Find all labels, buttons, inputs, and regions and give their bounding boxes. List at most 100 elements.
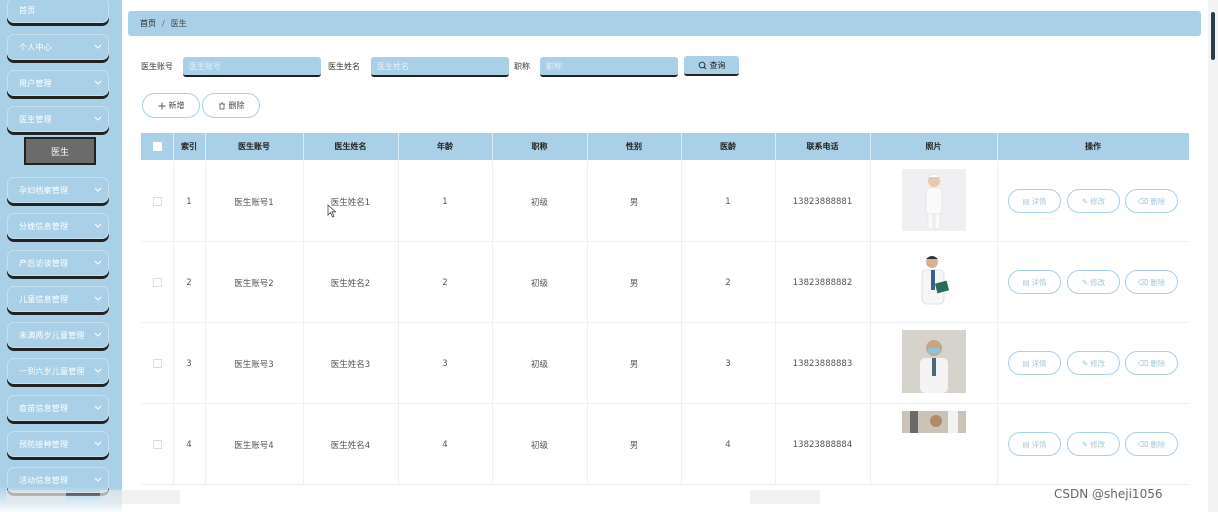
edit-icon: ✎: [1081, 277, 1089, 287]
trash-icon: ⌫: [1137, 277, 1149, 287]
sidebar: 首页 个人中心 用户管理 医生管理 医生 孕妇档案管理 分娩信息管理 产后访谈管…: [0, 0, 122, 512]
row-checkbox[interactable]: [152, 278, 162, 287]
sidebar-item-under-two[interactable]: 未满两岁儿童管理: [7, 322, 109, 348]
table-row: 2 医生账号2 医生姓名2 2 初级 男 2 13823888882 ▤ 详情 ✎…: [141, 242, 1189, 323]
row-checkbox[interactable]: [152, 197, 162, 206]
sidebar-item-doctor-management[interactable]: 医生管理: [7, 106, 109, 132]
chevron-down-icon: [94, 368, 102, 373]
sidebar-item-label: 未满两岁儿童管理: [19, 330, 85, 340]
blurred-region: [6, 490, 66, 504]
sidebar-item-home[interactable]: 首页: [7, 0, 109, 23]
sidebar-item-postpartum-interview[interactable]: 产后访谈管理: [7, 250, 109, 276]
bulk-delete-button[interactable]: 删除: [202, 93, 260, 118]
cell-account: 医生账号3: [234, 359, 274, 370]
select-all-checkbox[interactable]: [152, 142, 162, 151]
cell-gender: 男: [629, 440, 639, 451]
row-delete-button[interactable]: ⌫ 删除: [1125, 189, 1178, 213]
row-edit-button[interactable]: ✎ 修改: [1067, 351, 1120, 375]
sidebar-item-one-to-six[interactable]: 一到六岁儿童管理: [7, 358, 109, 384]
row-detail-button[interactable]: ▤ 详情: [1008, 432, 1061, 456]
cell-years: 3: [725, 358, 731, 369]
chevron-down-icon: [94, 296, 102, 301]
header-phone: 联系电话: [806, 142, 839, 151]
sidebar-item-label: 产后访谈管理: [19, 258, 69, 268]
cell-age: 3: [442, 358, 448, 369]
cell-title: 初级: [530, 197, 548, 208]
breadcrumb-home[interactable]: 首页: [140, 18, 156, 29]
header-name: 医生姓名: [334, 142, 367, 151]
table-header: 索引 医生账号 医生姓名 年龄 职称 性别 医龄 联系电话 照片 操作: [141, 133, 1189, 160]
row-detail-button[interactable]: ▤ 详情: [1008, 270, 1061, 294]
vertical-scrollbar[interactable]: [1208, 0, 1218, 512]
table-row: 1 医生账号1 医生姓名1 1 初级 男 1 13823888881 ▤ 详情 ✎…: [141, 161, 1189, 242]
sidebar-item-label: 儿童信息管理: [19, 294, 69, 304]
doctor-name-input[interactable]: [371, 57, 509, 77]
chevron-down-icon: [94, 223, 102, 228]
cell-title: 初级: [530, 440, 548, 451]
doctor-name-label: 医生姓名: [328, 62, 360, 71]
row-delete-button[interactable]: ⌫ 删除: [1125, 270, 1178, 294]
sidebar-item-pregnancy-records[interactable]: 孕妇档案管理: [7, 177, 109, 203]
row-edit-button[interactable]: ✎ 修改: [1067, 270, 1120, 294]
doctor-photo: [902, 250, 966, 314]
breadcrumb-separator: /: [162, 19, 165, 28]
edit-icon: ✎: [1081, 439, 1089, 449]
add-button-label: 新增: [168, 101, 185, 110]
cell-phone: 13823888881: [792, 196, 853, 207]
cell-index: 3: [186, 358, 192, 369]
select-all-cell: [141, 133, 173, 160]
sidebar-item-vaccine-info[interactable]: 疫苗信息管理: [7, 395, 109, 421]
trash-icon: ⌫: [1137, 439, 1149, 449]
sidebar-subitem-doctor[interactable]: 医生: [24, 137, 96, 165]
cell-index: 2: [186, 277, 192, 288]
doctor-account-input[interactable]: [183, 57, 321, 77]
sidebar-item-label: 预防接种管理: [19, 439, 69, 449]
row-edit-button[interactable]: ✎ 修改: [1067, 189, 1120, 213]
chevron-down-icon: [94, 405, 102, 410]
row-checkbox[interactable]: [152, 359, 162, 368]
cell-phone: 13823888884: [792, 439, 853, 450]
row-checkbox[interactable]: [152, 440, 162, 449]
sidebar-item-user-management[interactable]: 用户管理: [7, 70, 109, 96]
table-row: 4 医生账号4 医生姓名4 4 初级 男 4 13823888884 ▤ 详情 ✎…: [141, 404, 1189, 485]
cell-age: 4: [442, 439, 448, 450]
header-years: 医龄: [720, 142, 736, 151]
cell-phone: 13823888882: [792, 277, 853, 288]
row-detail-button[interactable]: ▤ 详情: [1008, 189, 1061, 213]
title-label: 职称: [514, 62, 530, 71]
search-button[interactable]: 查询: [684, 56, 739, 76]
add-button[interactable]: 新增: [142, 93, 200, 118]
sidebar-item-label: 医生管理: [19, 114, 52, 124]
sidebar-item-label: 个人中心: [19, 42, 52, 52]
doctor-photo: [902, 330, 966, 393]
sidebar-item-delivery-info[interactable]: 分娩信息管理: [7, 213, 109, 239]
row-edit-button[interactable]: ✎ 修改: [1067, 432, 1120, 456]
cell-phone: 13823888883: [792, 358, 853, 369]
chevron-down-icon: [94, 441, 102, 446]
trash-icon: ⌫: [1137, 358, 1149, 368]
chevron-down-icon: [94, 332, 102, 337]
cell-title: 初级: [530, 278, 548, 289]
file-icon: ▤: [1022, 358, 1030, 368]
row-detail-button[interactable]: ▤ 详情: [1008, 351, 1061, 375]
sidebar-item-vaccination[interactable]: 预防接种管理: [7, 431, 109, 457]
title-input[interactable]: [540, 57, 678, 77]
doctor-photo: [902, 411, 966, 433]
cell-name: 医生姓名3: [330, 359, 371, 370]
edit-icon: ✎: [1081, 358, 1089, 368]
table-row: 3 医生账号3 医生姓名3 3 初级 男 3 13823888883 ▤ 详情 ✎…: [141, 323, 1189, 404]
search-icon: [698, 61, 706, 69]
sidebar-item-personal-center[interactable]: 个人中心: [7, 34, 109, 60]
edit-icon: ✎: [1081, 196, 1089, 206]
sidebar-item-child-info[interactable]: 儿童信息管理: [7, 286, 109, 312]
row-delete-button[interactable]: ⌫ 删除: [1125, 432, 1178, 456]
cell-name: 医生姓名1: [330, 197, 371, 208]
blurred-region: [750, 490, 820, 504]
scrollbar-thumb[interactable]: [1211, 12, 1215, 60]
chevron-down-icon: [94, 116, 102, 121]
row-delete-button[interactable]: ⌫ 删除: [1125, 351, 1178, 375]
header-gender: 性别: [626, 142, 642, 151]
doctor-photo: [902, 169, 966, 231]
chevron-down-icon: [94, 260, 102, 265]
sidebar-item-label: 孕妇档案管理: [19, 185, 69, 195]
